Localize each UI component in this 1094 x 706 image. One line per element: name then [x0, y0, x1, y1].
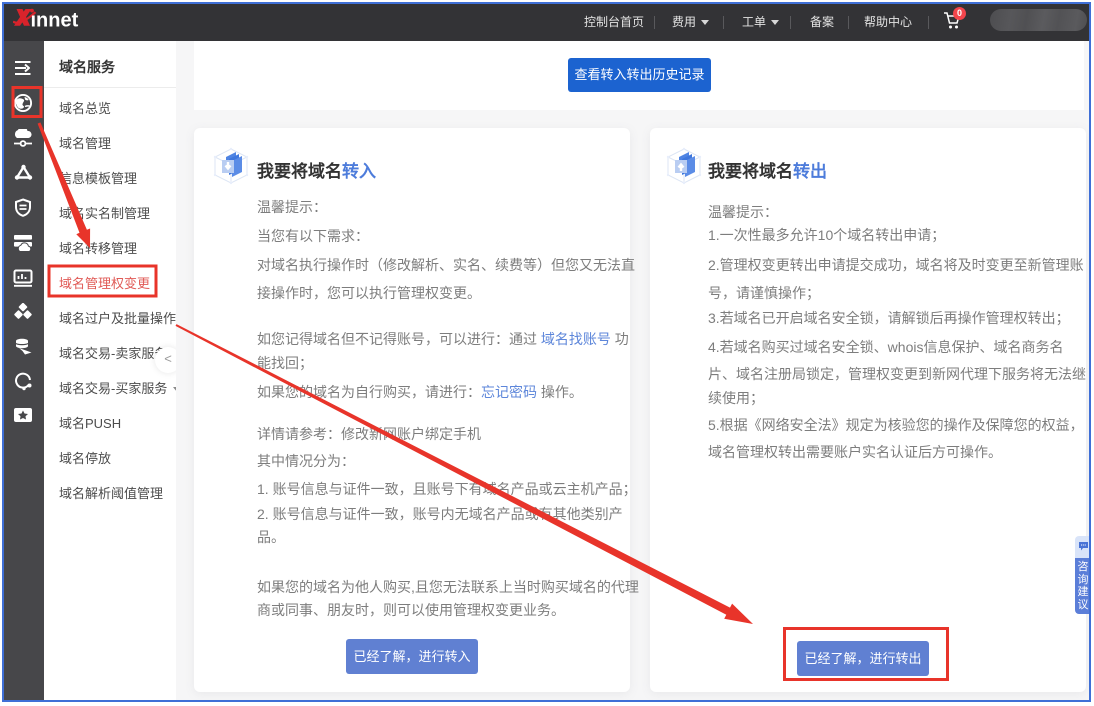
svg-text:ınnet: ınnet [31, 9, 79, 31]
